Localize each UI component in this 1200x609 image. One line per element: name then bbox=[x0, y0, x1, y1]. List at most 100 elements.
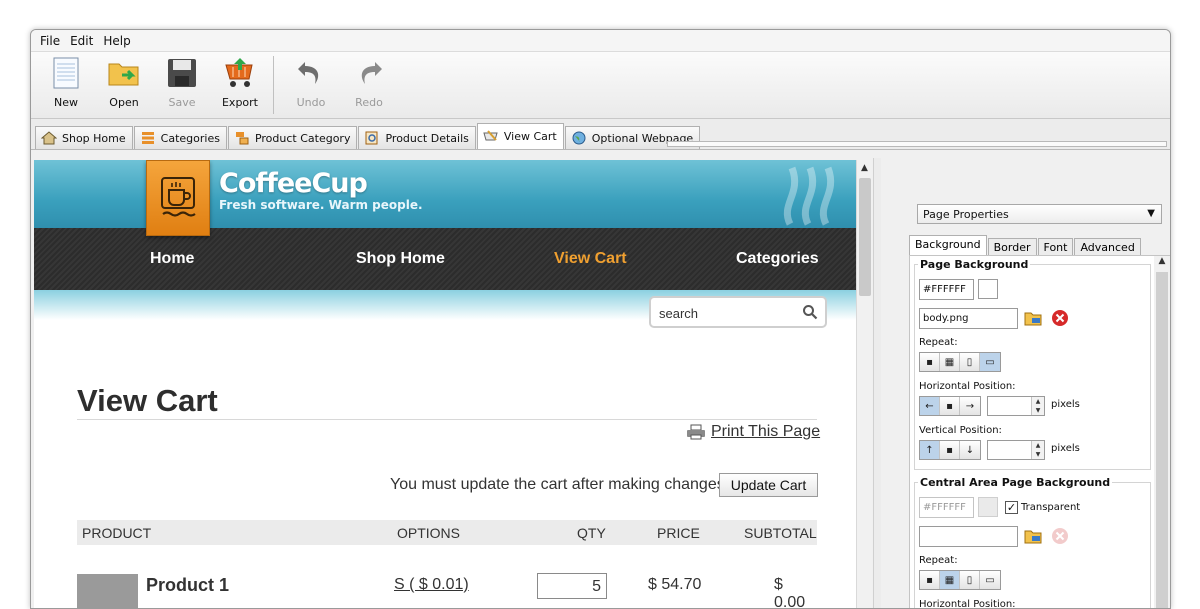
bg-image-field[interactable]: body.png bbox=[919, 308, 1018, 329]
tab-label: Product Details bbox=[385, 131, 469, 145]
repeat-selector[interactable]: ▪ ▦ ▯ ▭ bbox=[919, 352, 1001, 372]
search-input[interactable]: search bbox=[649, 296, 827, 328]
tab-label: Shop Home bbox=[62, 131, 126, 145]
new-button[interactable]: New bbox=[37, 56, 95, 116]
search-icon[interactable] bbox=[802, 304, 818, 320]
browse-folder-icon[interactable] bbox=[1023, 526, 1043, 546]
save-label: Save bbox=[168, 96, 196, 109]
repeat-x-option[interactable]: ▭ bbox=[980, 353, 1000, 371]
toolbar: New Open Save Export Undo Redo bbox=[31, 52, 1170, 119]
menu-help[interactable]: Help bbox=[98, 34, 135, 48]
repeat-y-option[interactable]: ▯ bbox=[960, 571, 980, 589]
repeat-selector[interactable]: ▪ ▦ ▯ ▭ bbox=[919, 570, 1001, 590]
nav-view-cart[interactable]: View Cart bbox=[554, 250, 627, 268]
cart-table-header: PRODUCT OPTIONS QTY PRICE SUBTOTAL bbox=[77, 520, 817, 545]
transparent-checkbox[interactable]: ✓ bbox=[1005, 501, 1018, 514]
repeat-none-option[interactable]: ▪ bbox=[920, 353, 940, 371]
printer-icon bbox=[687, 424, 705, 440]
clear-image-icon[interactable] bbox=[1050, 308, 1070, 328]
scroll-up-icon[interactable]: ▲ bbox=[1154, 256, 1170, 270]
central-image-field[interactable] bbox=[919, 526, 1018, 547]
new-document-icon bbox=[49, 56, 83, 90]
menu-edit[interactable]: Edit bbox=[65, 34, 98, 48]
save-button[interactable]: Save bbox=[153, 56, 211, 116]
repeat-x-option[interactable]: ▭ bbox=[980, 571, 1000, 589]
tab-product-category[interactable]: Product Category bbox=[227, 126, 358, 149]
clear-image-icon[interactable] bbox=[1050, 526, 1070, 546]
scroll-up-icon[interactable]: ▲ bbox=[857, 160, 872, 176]
tab-shop-home[interactable]: Shop Home bbox=[35, 126, 133, 149]
tab-advanced[interactable]: Advanced bbox=[1074, 238, 1141, 256]
repeat-both-option[interactable]: ▦ bbox=[940, 571, 960, 589]
page-title: View Cart bbox=[77, 383, 218, 418]
tab-product-details[interactable]: Product Details bbox=[358, 126, 476, 149]
print-page-link[interactable]: Print This Page bbox=[686, 423, 820, 441]
bg-color-field[interactable]: #FFFFFF bbox=[919, 279, 974, 300]
repeat-none-option[interactable]: ▪ bbox=[920, 571, 940, 589]
quantity-input[interactable]: 5 bbox=[537, 573, 607, 599]
tab-font[interactable]: Font bbox=[1037, 238, 1074, 256]
tab-background[interactable]: Background bbox=[909, 235, 987, 256]
horizontal-position-selector[interactable]: ← ▪ → bbox=[919, 396, 981, 416]
vertical-offset-stepper[interactable]: ▲ ▼ bbox=[987, 440, 1045, 460]
vertical-position-label: Vertical Position: bbox=[919, 425, 1002, 436]
col-subtotal: SUBTOTAL bbox=[744, 525, 817, 541]
product-thumbnail[interactable] bbox=[77, 574, 138, 608]
col-qty: QTY bbox=[577, 525, 606, 541]
central-color-field[interactable]: #FFFFFF bbox=[919, 497, 974, 518]
panel-scrollbar[interactable]: ▲ bbox=[1154, 256, 1170, 608]
app-window: File Edit Help New Open Save Export Undo… bbox=[30, 29, 1171, 609]
tab-categories[interactable]: Categories bbox=[133, 126, 227, 149]
product-name[interactable]: Product 1 bbox=[146, 575, 229, 596]
site-logo[interactable] bbox=[146, 160, 210, 236]
properties-panel: Page Properties ▼ Background Border Font… bbox=[881, 158, 1170, 609]
scroll-thumb[interactable] bbox=[859, 178, 871, 296]
horizontal-offset-stepper[interactable]: ▲ ▼ bbox=[987, 396, 1045, 416]
repeat-both-option[interactable]: ▦ bbox=[940, 353, 960, 371]
undo-button[interactable]: Undo bbox=[282, 56, 340, 116]
product-subtotal: $ 0.00 bbox=[774, 576, 806, 609]
open-button[interactable]: Open bbox=[95, 56, 153, 116]
menu-file[interactable]: File bbox=[35, 34, 65, 48]
product-price: $ 54.70 bbox=[648, 576, 702, 593]
panel-splitter[interactable] bbox=[873, 158, 881, 608]
nav-shop-home[interactable]: Shop Home bbox=[356, 250, 445, 268]
scroll-thumb[interactable] bbox=[1156, 272, 1168, 608]
export-button[interactable]: Export bbox=[211, 56, 269, 116]
bg-color-swatch[interactable] bbox=[978, 279, 998, 299]
page-tabs: Shop Home Categories Product Category Pr… bbox=[31, 119, 1170, 150]
tab-border[interactable]: Border bbox=[987, 238, 1037, 256]
transparent-label: Transparent bbox=[1021, 502, 1081, 513]
tab-view-cart[interactable]: View Cart bbox=[476, 123, 564, 149]
align-left-option[interactable]: ← bbox=[920, 397, 940, 415]
update-cart-button[interactable]: Update Cart bbox=[719, 473, 818, 497]
categories-icon bbox=[140, 131, 156, 145]
horizontal-position-label: Horizontal Position: bbox=[919, 599, 1016, 609]
align-right-option[interactable]: → bbox=[960, 397, 980, 415]
col-product: PRODUCT bbox=[82, 525, 152, 541]
product-options-link[interactable]: S ( $ 0.01) bbox=[394, 576, 469, 594]
nav-categories[interactable]: Categories bbox=[736, 250, 819, 268]
align-top-option[interactable]: ↑ bbox=[920, 441, 940, 459]
redo-button[interactable]: Redo bbox=[340, 56, 398, 116]
repeat-y-option[interactable]: ▯ bbox=[960, 353, 980, 371]
stepper-arrows[interactable]: ▲ ▼ bbox=[1031, 441, 1044, 459]
browse-folder-icon[interactable] bbox=[1023, 308, 1043, 328]
page-background-group: Page Background #FFFFFF body.png Repeat:… bbox=[914, 258, 1151, 470]
search-placeholder: search bbox=[659, 306, 699, 321]
redo-label: Redo bbox=[355, 96, 383, 109]
align-middle-option[interactable]: ▪ bbox=[940, 441, 960, 459]
tab-strip-track bbox=[667, 141, 1167, 147]
central-color-swatch[interactable] bbox=[978, 497, 998, 517]
nav-home[interactable]: Home bbox=[150, 250, 194, 268]
tab-label: Categories bbox=[160, 131, 220, 145]
preview-scrollbar[interactable]: ▲ bbox=[856, 160, 872, 608]
properties-dropdown[interactable]: Page Properties ▼ bbox=[917, 204, 1162, 224]
vertical-position-selector[interactable]: ↑ ▪ ↓ bbox=[919, 440, 981, 460]
workspace: CoffeeCup Fresh software. Warm people. H… bbox=[31, 158, 1170, 609]
align-bottom-option[interactable]: ↓ bbox=[960, 441, 980, 459]
align-center-option[interactable]: ▪ bbox=[940, 397, 960, 415]
redo-icon bbox=[352, 56, 386, 90]
stepper-arrows[interactable]: ▲ ▼ bbox=[1031, 397, 1044, 415]
col-options: OPTIONS bbox=[397, 525, 461, 541]
